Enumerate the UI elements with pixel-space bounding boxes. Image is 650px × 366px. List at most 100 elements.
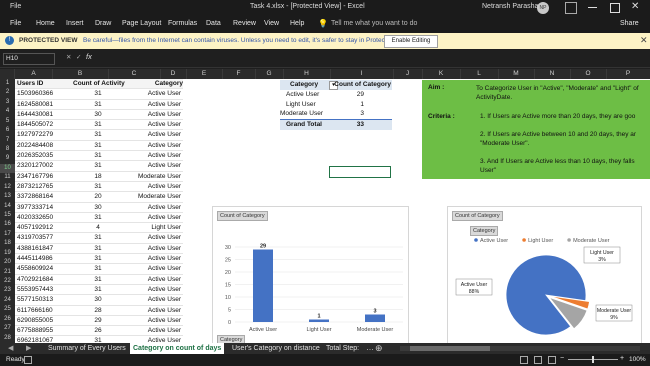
cell-category[interactable]: Active User: [124, 120, 183, 129]
cell-category[interactable]: Active User: [124, 203, 183, 212]
row-header[interactable]: 6: [0, 126, 15, 135]
cell-users-id[interactable]: 5577150313: [15, 295, 72, 304]
tell-me-search[interactable]: Tell me what you want to do: [331, 20, 417, 27]
select-all-corner[interactable]: [0, 69, 15, 79]
row-header[interactable]: 24: [0, 296, 15, 305]
check-icon[interactable]: ✓: [76, 53, 81, 61]
column-header[interactable]: L: [460, 69, 499, 79]
cell-category[interactable]: Active User: [124, 130, 183, 139]
more-sheets-icon[interactable]: …: [366, 343, 374, 352]
cell-category[interactable]: Active User: [124, 182, 183, 191]
sheet-tab-total-steps[interactable]: Total Step:: [326, 343, 359, 354]
cell-category[interactable]: Active User: [124, 264, 183, 273]
scroll-left-icon[interactable]: ◀: [8, 344, 13, 352]
ribbon-display-icon[interactable]: [565, 2, 577, 14]
cell-category[interactable]: Active User: [124, 151, 183, 160]
column-header[interactable]: J: [393, 69, 423, 79]
tab-data[interactable]: Data: [206, 20, 221, 27]
cell-category[interactable]: Active User: [124, 110, 183, 119]
cell-count-activitydate[interactable]: 31: [72, 151, 123, 160]
tab-home[interactable]: Home: [36, 20, 55, 27]
cell-count-activitydate[interactable]: 31: [72, 130, 123, 139]
cell-category[interactable]: Active User: [124, 295, 183, 304]
maximize-icon[interactable]: [610, 3, 620, 13]
cell-users-id[interactable]: 6775888955: [15, 326, 72, 335]
file-menu[interactable]: File: [10, 3, 21, 10]
row-header[interactable]: 26: [0, 315, 15, 324]
row-header[interactable]: 18: [0, 239, 15, 248]
cell-users-id[interactable]: 1624580081: [15, 100, 72, 109]
tab-help[interactable]: Help: [290, 20, 304, 27]
cell-count-activitydate[interactable]: 31: [72, 285, 123, 294]
horizontal-scrollbar[interactable]: [400, 346, 640, 351]
row-header[interactable]: 2: [0, 88, 15, 97]
row-header[interactable]: 27: [0, 324, 15, 333]
header-users-id[interactable]: Users ID: [15, 79, 73, 88]
row-header[interactable]: 13: [0, 192, 15, 201]
zoom-out-icon[interactable]: −: [560, 355, 564, 362]
row-header[interactable]: 14: [0, 202, 15, 211]
tab-page-layout[interactable]: Page Layout: [122, 20, 161, 27]
cell-category[interactable]: Active User: [124, 161, 183, 170]
row-header[interactable]: 16: [0, 220, 15, 229]
column-header[interactable]: D: [160, 69, 187, 79]
cell-users-id[interactable]: 2026352035: [15, 151, 72, 160]
column-header[interactable]: K: [422, 69, 461, 79]
cell-category[interactable]: Moderate User: [124, 192, 183, 201]
cell-count-activitydate[interactable]: 31: [72, 244, 123, 253]
cell-users-id[interactable]: 4388161847: [15, 244, 72, 253]
pivot-header-category[interactable]: Category: [290, 80, 318, 90]
row-header[interactable]: 23: [0, 286, 15, 295]
cell-users-id[interactable]: 4020332650: [15, 213, 72, 222]
tab-formulas[interactable]: Formulas: [168, 20, 197, 27]
tab-review[interactable]: Review: [233, 20, 256, 27]
row-header[interactable]: 28: [0, 334, 15, 343]
row-header[interactable]: 11: [0, 173, 15, 182]
cell-users-id[interactable]: 4702921684: [15, 275, 72, 284]
cell-count-activitydate[interactable]: 31: [72, 182, 123, 191]
user-name[interactable]: Netransh Parashar: [482, 3, 541, 10]
add-sheet-icon[interactable]: ⊕: [375, 343, 383, 354]
scroll-right-icon[interactable]: ▶: [26, 344, 31, 352]
row-header[interactable]: 12: [0, 183, 15, 192]
scrollbar-thumb[interactable]: [410, 346, 490, 351]
cell-users-id[interactable]: 2873212765: [15, 182, 72, 191]
cell-count-activitydate[interactable]: 20: [72, 192, 123, 201]
enable-editing-button[interactable]: Enable Editing: [384, 35, 438, 48]
macro-icon[interactable]: [24, 356, 32, 364]
cell-users-id[interactable]: 2347167796: [15, 172, 72, 181]
row-header[interactable]: 9: [0, 154, 15, 163]
cell-users-id[interactable]: 1844505072: [15, 120, 72, 129]
pie-chart[interactable]: Count of Category Category Active User Li…: [447, 206, 642, 345]
sheet-tab-summary[interactable]: Summary of Every Users: [48, 343, 126, 354]
cell-category[interactable]: Active User: [124, 326, 183, 335]
cell-category[interactable]: Active User: [124, 336, 183, 343]
row-header[interactable]: 21: [0, 268, 15, 277]
cell-category[interactable]: Active User: [124, 141, 183, 150]
bar-chart[interactable]: Count of Category 0 5 10 15 20 25 30 29 Active U…: [212, 206, 409, 345]
cell-count-activitydate[interactable]: 31: [72, 233, 123, 242]
column-header[interactable]: E: [186, 69, 223, 79]
column-header[interactable]: C: [108, 69, 161, 79]
cell-users-id[interactable]: 4319703577: [15, 233, 72, 242]
column-header[interactable]: M: [498, 69, 535, 79]
cell-count-activitydate[interactable]: 31: [72, 264, 123, 273]
cell-category[interactable]: Active User: [124, 285, 183, 294]
row-header[interactable]: 8: [0, 145, 15, 154]
cancel-icon[interactable]: ✕: [66, 53, 71, 61]
row-header[interactable]: 25: [0, 305, 15, 314]
header-count-activitydate[interactable]: Count of ActivityDate: [73, 79, 125, 88]
column-header[interactable]: G: [255, 69, 284, 79]
page-break-view-icon[interactable]: [548, 356, 556, 364]
cell-count-activitydate[interactable]: 30: [72, 203, 123, 212]
cell-users-id[interactable]: 6962181067: [15, 336, 72, 343]
row-header[interactable]: 17: [0, 230, 15, 239]
cell-category[interactable]: Active User: [124, 275, 183, 284]
cell-count-activitydate[interactable]: 30: [72, 295, 123, 304]
row-header[interactable]: 4: [0, 107, 15, 116]
row-header[interactable]: 10: [0, 163, 15, 174]
column-header[interactable]: I: [330, 69, 394, 79]
cell-count-activitydate[interactable]: 18: [72, 172, 123, 181]
column-header[interactable]: B: [52, 69, 109, 79]
zoom-in-icon[interactable]: +: [620, 355, 624, 362]
